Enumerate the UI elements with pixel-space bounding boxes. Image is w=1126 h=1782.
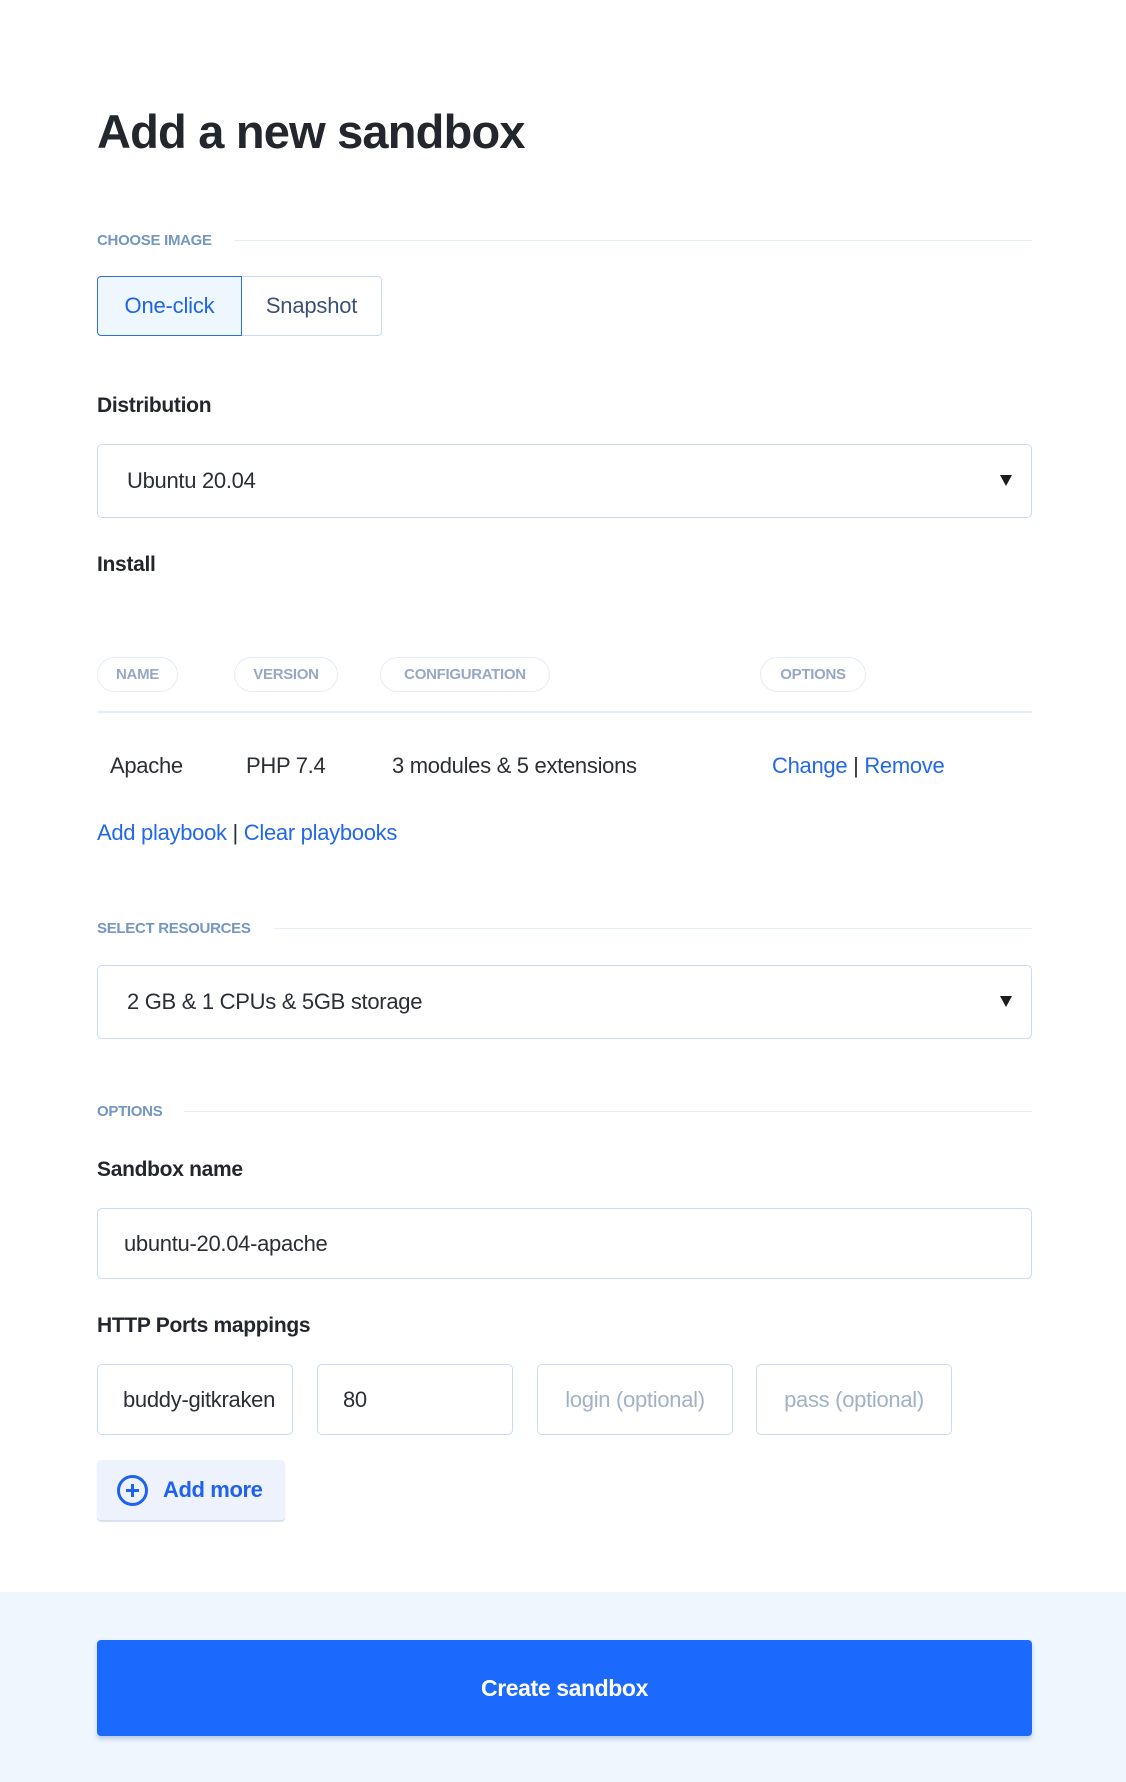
section-label: OPTIONS <box>97 1102 163 1120</box>
section-divider <box>272 927 1032 929</box>
sandbox-name-value: ubuntu-20.04-apache <box>124 1230 328 1256</box>
create-sandbox-button[interactable]: Create sandbox <box>97 1640 1032 1736</box>
login-input[interactable]: login (optional) <box>537 1364 733 1435</box>
column-header-configuration: CONFIGURATION <box>380 657 550 692</box>
row-name: Apache <box>110 753 183 778</box>
column-header-options: OPTIONS <box>760 657 866 692</box>
section-divider <box>233 239 1032 241</box>
subdomain-input[interactable]: buddy-gitkraken <box>97 1364 293 1435</box>
row-configuration: 3 modules & 5 extensions <box>392 753 637 778</box>
http-ports-label: HTTP Ports mappings <box>97 1314 311 1337</box>
sandbox-name-input[interactable]: ubuntu-20.04-apache <box>97 1208 1032 1279</box>
clear-playbooks-link[interactable]: Clear playbooks <box>244 820 398 845</box>
pass-input[interactable]: pass (optional) <box>756 1364 952 1435</box>
section-choose-image: CHOOSE IMAGE <box>97 230 1032 250</box>
login-placeholder: login (optional) <box>565 1386 705 1412</box>
image-type-snapshot[interactable]: Snapshot <box>242 276 382 336</box>
port-value: 80 <box>343 1386 367 1412</box>
remove-link[interactable]: Remove <box>864 753 944 778</box>
distribution-select[interactable]: Ubuntu 20.04 <box>97 444 1032 518</box>
link-separator: | <box>232 820 239 845</box>
distribution-value: Ubuntu 20.04 <box>127 468 256 493</box>
playbook-links: Add playbook | Clear playbooks <box>97 817 397 849</box>
section-label: SELECT RESOURCES <box>97 919 251 937</box>
image-type-toggle: One-click Snapshot <box>97 276 382 336</box>
port-input[interactable]: 80 <box>317 1364 513 1435</box>
column-header-name: NAME <box>97 657 178 692</box>
subdomain-value: buddy-gitkraken <box>123 1386 276 1412</box>
add-playbook-link[interactable]: Add playbook <box>97 820 227 845</box>
distribution-label: Distribution <box>97 394 212 417</box>
resources-select[interactable]: 2 GB & 1 CPUs & 5GB storage <box>97 965 1032 1039</box>
change-link[interactable]: Change <box>772 753 848 778</box>
pass-placeholder: pass (optional) <box>784 1386 924 1412</box>
plus-circle-icon <box>117 1474 148 1506</box>
install-label: Install <box>97 553 156 576</box>
row-version: PHP 7.4 <box>246 753 326 778</box>
add-more-button[interactable]: Add more <box>97 1460 285 1520</box>
page-title: Add a new sandbox <box>97 105 526 158</box>
section-options: OPTIONS <box>97 1101 1032 1121</box>
resources-value: 2 GB & 1 CPUs & 5GB storage <box>127 989 423 1014</box>
section-select-resources: SELECT RESOURCES <box>97 918 1032 938</box>
link-separator: | <box>853 753 859 778</box>
image-type-one-click[interactable]: One-click <box>97 276 242 336</box>
table-divider <box>97 711 1032 713</box>
dropdown-caret-icon <box>1000 996 1012 1007</box>
row-options: Change | Remove <box>772 750 945 782</box>
add-more-label: Add more <box>163 1477 263 1502</box>
dropdown-caret-icon <box>1000 475 1012 486</box>
section-divider <box>184 1110 1032 1112</box>
column-header-version: VERSION <box>234 657 338 692</box>
sandbox-name-label: Sandbox name <box>97 1158 243 1181</box>
section-label: CHOOSE IMAGE <box>97 231 212 249</box>
